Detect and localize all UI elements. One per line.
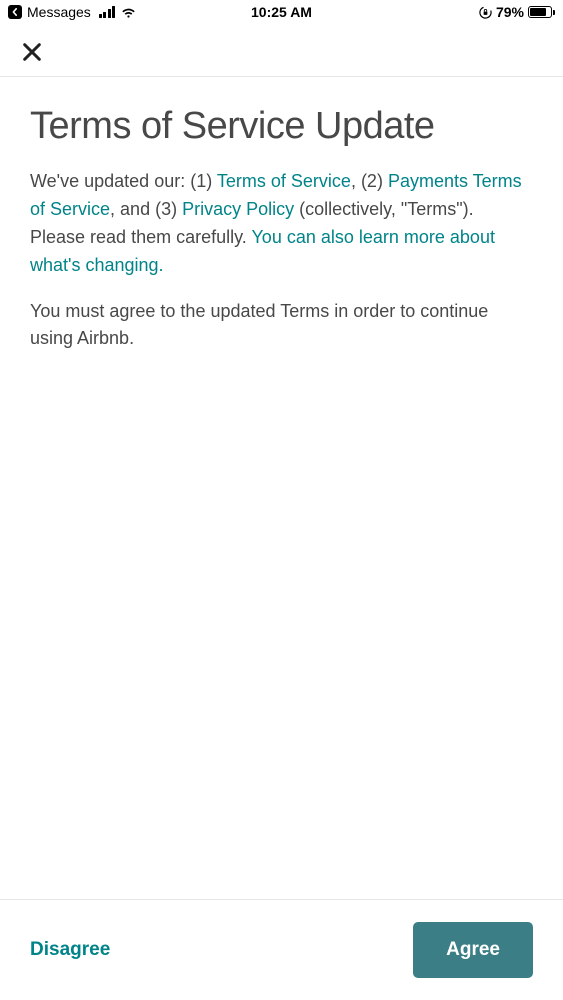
disagree-button[interactable]: Disagree [30, 939, 110, 961]
page-title: Terms of Service Update [30, 105, 533, 148]
terms-of-service-link[interactable]: Terms of Service [217, 171, 351, 191]
text-segment: , and (3) [110, 199, 182, 219]
nav-bar [0, 24, 563, 77]
text-segment: We've updated our: (1) [30, 171, 217, 191]
content-area: Terms of Service Update We've updated ou… [0, 77, 563, 899]
close-button[interactable] [20, 40, 44, 64]
status-bar: Messages 10:25 AM 79% [0, 0, 563, 24]
status-left: Messages [8, 4, 137, 20]
cellular-signal-icon [99, 6, 116, 18]
orientation-lock-icon [479, 6, 492, 19]
status-app-name[interactable]: Messages [27, 4, 91, 20]
footer-bar: Disagree Agree [0, 899, 563, 1000]
text-segment: , (2) [351, 171, 388, 191]
back-to-app-icon[interactable] [8, 5, 22, 19]
status-right: 79% [479, 4, 555, 20]
agreement-paragraph: You must agree to the updated Terms in o… [30, 298, 533, 354]
agree-button[interactable]: Agree [413, 922, 533, 978]
intro-paragraph: We've updated our: (1) Terms of Service,… [30, 168, 533, 280]
battery-icon [528, 6, 555, 18]
close-icon [21, 41, 43, 63]
status-time: 10:25 AM [251, 4, 312, 20]
privacy-policy-link[interactable]: Privacy Policy [182, 199, 294, 219]
battery-percent: 79% [496, 4, 524, 20]
wifi-icon [120, 6, 137, 19]
